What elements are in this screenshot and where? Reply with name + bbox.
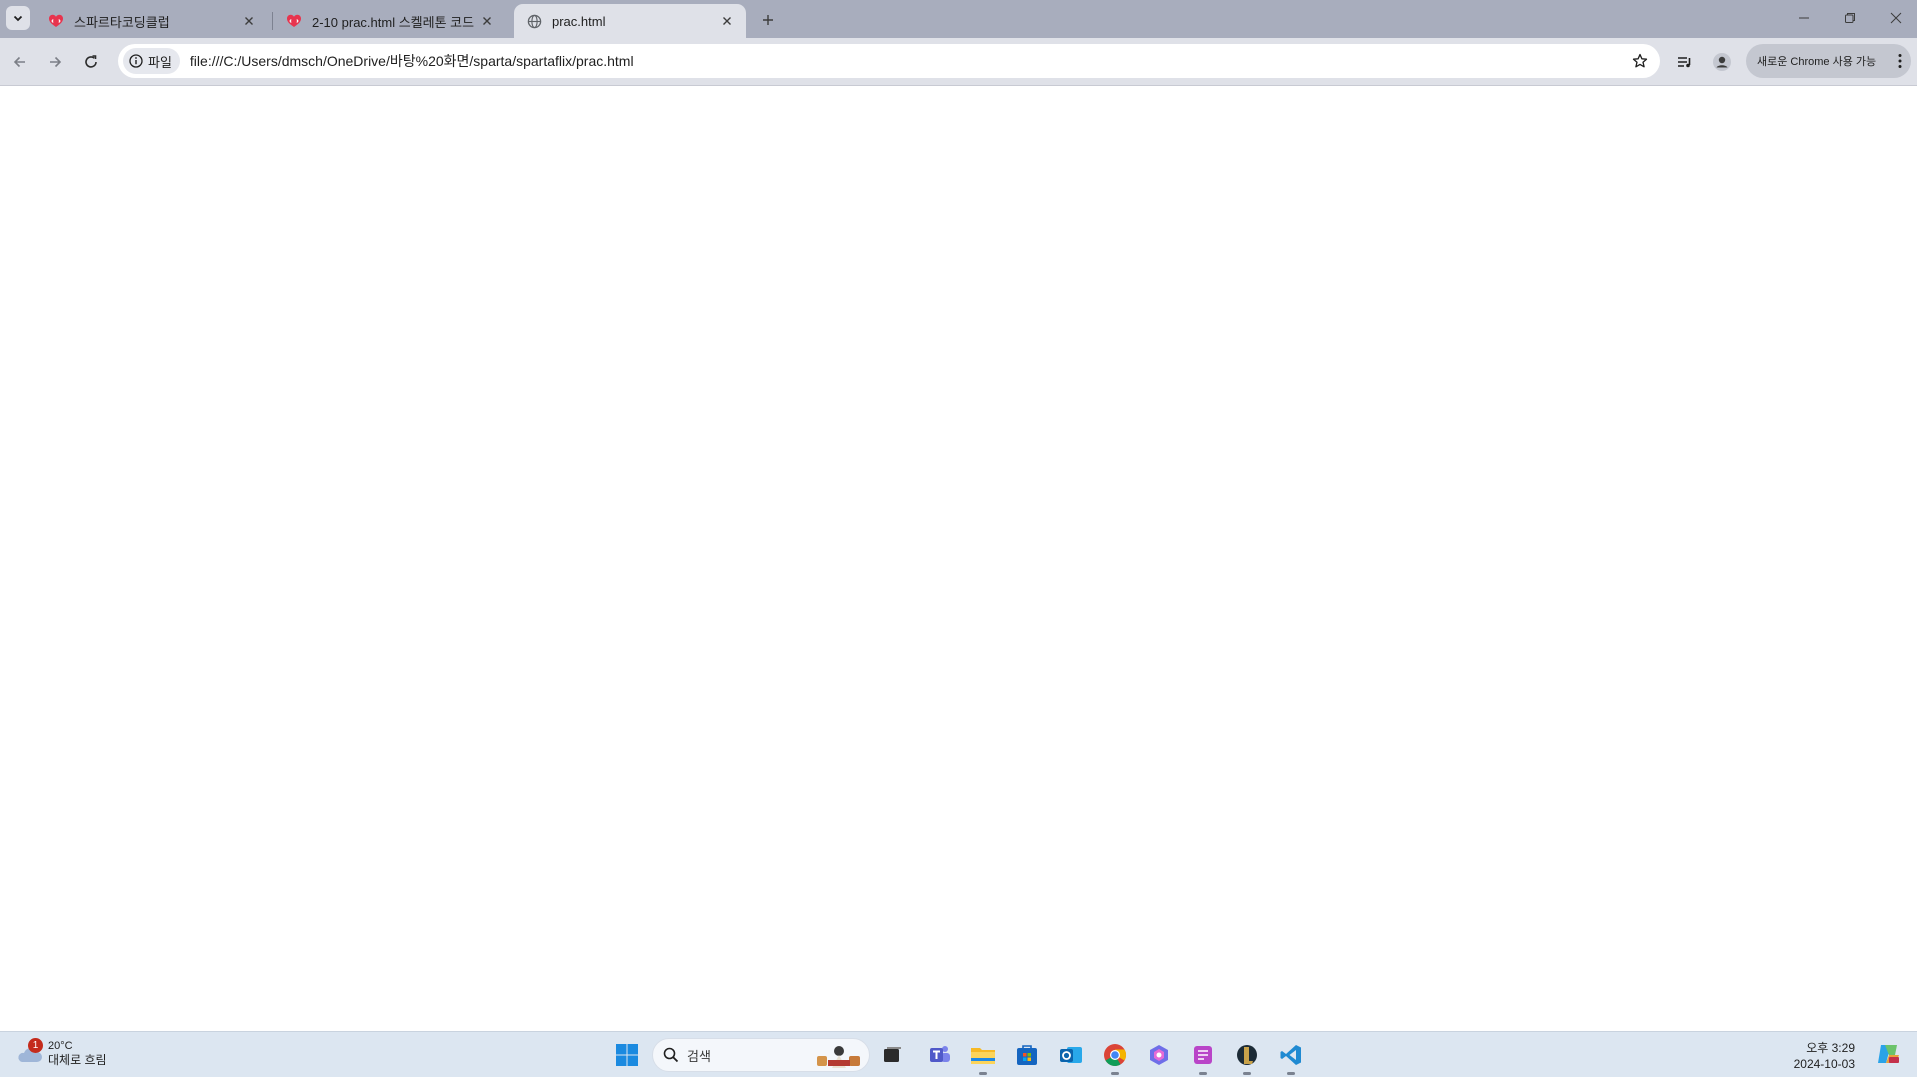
chrome-button[interactable]: [1099, 1039, 1131, 1075]
sparta-heart-icon: [48, 13, 64, 29]
outlook-button[interactable]: [1055, 1039, 1087, 1071]
tab-sparta[interactable]: 스파르타코딩클럽: [36, 4, 268, 38]
tab-search-button[interactable]: [6, 6, 30, 30]
address-bar[interactable]: 파일 file:///C:/Users/dmsch/OneDrive/바탕%20…: [118, 44, 1660, 78]
copilot-button[interactable]: [1875, 1041, 1901, 1067]
tab-separator: [272, 12, 273, 30]
reload-icon: [85, 55, 97, 68]
store-button[interactable]: [1011, 1039, 1043, 1071]
search-highlight-icon: [815, 1042, 863, 1073]
browser-window: 스파르타코딩클럽 2-10 prac.html 스켈레톤 코드 prac.htm…: [0, 0, 1917, 1077]
file-explorer-button[interactable]: [967, 1039, 999, 1075]
media-queue-icon: [1678, 57, 1691, 68]
store-icon: [1017, 1045, 1037, 1065]
vscode-button[interactable]: [1275, 1039, 1307, 1075]
notification-badge: 1: [28, 1038, 43, 1053]
browser-toolbar: 파일 file:///C:/Users/dmsch/OneDrive/바탕%20…: [0, 38, 1917, 86]
close-icon[interactable]: [718, 12, 736, 30]
close-icon[interactable]: [240, 12, 258, 30]
vscode-icon: [1280, 1045, 1301, 1065]
task-view-button[interactable]: [876, 1039, 908, 1071]
system-clock[interactable]: 오후 3:29 2024-10-03: [1794, 1040, 1855, 1072]
copilot-app-button[interactable]: [1143, 1039, 1175, 1071]
chevron-down-icon: [13, 15, 23, 22]
reload-button[interactable]: [79, 50, 103, 74]
taskbar-search[interactable]: 검색: [652, 1038, 870, 1072]
cloud-icon: 1: [14, 1038, 44, 1068]
copilot-app-icon: [1150, 1045, 1168, 1065]
new-tab-button[interactable]: [756, 8, 780, 32]
teams-icon: [930, 1046, 950, 1062]
more-vert-icon: [1898, 53, 1902, 72]
media-controls-button[interactable]: [1673, 50, 1697, 74]
arrow-right-icon: [50, 56, 62, 68]
tab-title: 스파르타코딩클럽: [74, 14, 170, 30]
profile-avatar-icon: [1713, 53, 1731, 71]
update-label: 새로운 Chrome 사용 가능: [1757, 56, 1877, 68]
info-icon: [129, 54, 143, 68]
outlook-icon: [1060, 1047, 1082, 1063]
minimize-icon: [1799, 17, 1809, 19]
notes-app-icon: [1194, 1046, 1212, 1064]
page-content: [0, 86, 1917, 1031]
site-chip-label: 파일: [148, 54, 172, 70]
clock-time: 오후 3:29: [1806, 1041, 1855, 1055]
tab-title: prac.html: [552, 13, 606, 29]
running-indicator: [1111, 1072, 1119, 1075]
site-info-chip[interactable]: 파일: [123, 48, 180, 74]
weather-widget[interactable]: 1 20°C 대체로 흐림: [14, 1038, 107, 1068]
tab-prac-html[interactable]: prac.html: [514, 4, 746, 38]
plus-icon: [763, 15, 773, 25]
file-explorer-icon: [971, 1048, 995, 1064]
globe-icon: [526, 13, 542, 29]
tab-title: 2-10 prac.html 스켈레톤 코드: [312, 14, 475, 30]
teams-button[interactable]: [924, 1039, 956, 1071]
weather-temperature: 20°C: [48, 1040, 73, 1052]
chrome-update-button[interactable]: 새로운 Chrome 사용 가능: [1746, 44, 1911, 78]
weather-condition: 대체로 흐림: [48, 1053, 107, 1067]
windows-taskbar: 1 20°C 대체로 흐림 검색 오후 3:29 2024-10-03: [0, 1031, 1917, 1077]
profile-button[interactable]: [1710, 50, 1734, 74]
league-app-icon: [1237, 1045, 1257, 1065]
forward-button[interactable]: [43, 50, 67, 74]
close-window-button[interactable]: [1880, 6, 1912, 30]
close-icon[interactable]: [478, 12, 496, 30]
tab-strip: 스파르타코딩클럽 2-10 prac.html 스켈레톤 코드 prac.htm…: [0, 0, 1917, 38]
search-placeholder: 검색: [687, 1048, 711, 1064]
search-icon: [663, 1047, 679, 1063]
start-button[interactable]: [611, 1039, 643, 1071]
restore-icon: [1845, 13, 1855, 23]
url-text[interactable]: file:///C:/Users/dmsch/OneDrive/바탕%20화면/…: [190, 51, 634, 71]
tab-skeleton-code[interactable]: 2-10 prac.html 스켈레톤 코드: [274, 4, 506, 38]
chrome-icon: [1104, 1044, 1126, 1066]
copilot-icon: [1878, 1045, 1899, 1063]
restore-button[interactable]: [1834, 6, 1866, 30]
running-indicator: [1243, 1072, 1251, 1075]
notes-app-button[interactable]: [1187, 1039, 1219, 1075]
clock-date: 2024-10-03: [1793, 1057, 1855, 1071]
close-icon: [1890, 12, 1902, 24]
running-indicator: [1287, 1072, 1295, 1075]
back-button[interactable]: [8, 50, 32, 74]
running-indicator: [1199, 1072, 1207, 1075]
start-icon: [616, 1044, 638, 1066]
sparta-heart-icon: [286, 13, 302, 29]
minimize-button[interactable]: [1788, 6, 1820, 30]
bookmark-star-icon[interactable]: [1630, 51, 1650, 71]
arrow-left-icon: [13, 56, 25, 68]
running-indicator: [979, 1072, 987, 1075]
task-view-icon: [884, 1047, 901, 1062]
league-app-button[interactable]: [1231, 1039, 1263, 1075]
